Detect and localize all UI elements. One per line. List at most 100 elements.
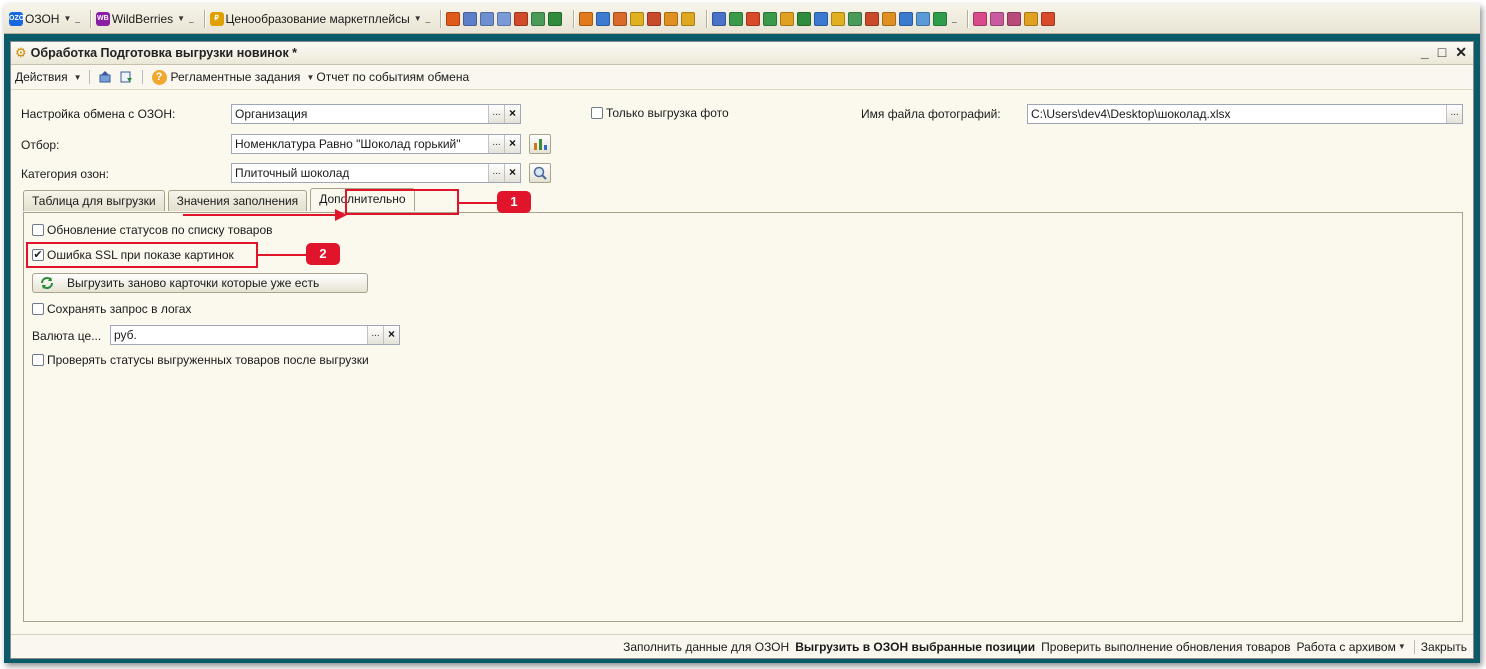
exchange-setting-label: Настройка обмена с ОЗОН:: [21, 107, 176, 121]
select-button[interactable]: ...: [488, 135, 504, 153]
category-field[interactable]: Плиточный шоколад ... ×: [231, 163, 521, 183]
select-button[interactable]: ...: [367, 326, 383, 344]
photo-only-label: Только выгрузка фото: [606, 106, 729, 120]
exchange-icon[interactable]: [729, 11, 744, 26]
fill-ozon-data-button[interactable]: Заполнить данные для ОЗОН: [623, 640, 789, 654]
processing-window: ⚙ Обработка Подготовка выгрузки новинок …: [10, 41, 1474, 659]
settings-icon[interactable]: [1040, 11, 1055, 26]
highlight-tab-additional: [345, 189, 459, 215]
dropdown-arrow-icon[interactable]: _: [952, 14, 956, 23]
report-icon[interactable]: [831, 11, 846, 26]
settings-icon[interactable]: [1023, 11, 1038, 26]
maximize-button[interactable]: □: [1438, 44, 1446, 61]
photo-only-checkbox-row[interactable]: Только выгрузка фото: [591, 106, 729, 120]
settings-icon[interactable]: [1006, 11, 1021, 26]
wildberries-logo-icon: WB: [95, 11, 110, 26]
upload-selected-button[interactable]: Выгрузить в ОЗОН выбранные позиции: [795, 640, 1035, 654]
upload-icon[interactable]: [98, 70, 113, 85]
menu-wildberries-label: WildBerries: [111, 11, 174, 26]
table-icon[interactable]: [531, 11, 546, 26]
select-button[interactable]: ...: [1446, 105, 1462, 123]
users-icon[interactable]: [514, 11, 529, 26]
save-request-checkbox[interactable]: [32, 303, 44, 315]
minimize-button[interactable]: _: [1421, 44, 1429, 61]
photo-file-field[interactable]: C:\Users\dev4\Desktop\шоколад.xlsx ...: [1027, 104, 1463, 124]
chart-icon[interactable]: [548, 11, 563, 26]
currency-field[interactable]: руб. ... ×: [110, 325, 400, 345]
download-icon[interactable]: [119, 70, 134, 85]
update-statuses-row[interactable]: Обновление статусов по списку товаров: [32, 223, 273, 237]
document-list-icon[interactable]: [463, 11, 478, 26]
check-statuses-row[interactable]: Проверять статусы выгруженных товаров по…: [32, 353, 369, 367]
clear-icon[interactable]: ×: [504, 164, 520, 182]
report-icon[interactable]: [814, 11, 829, 26]
actions-menu[interactable]: Действия: [15, 70, 68, 84]
report-icon[interactable]: [916, 11, 931, 26]
currency-label: Валюта це...: [32, 329, 102, 343]
tab-upload-table[interactable]: Таблица для выгрузки: [23, 190, 165, 211]
report-icon[interactable]: [865, 11, 880, 26]
price-icon[interactable]: [664, 11, 679, 26]
separator: [1413, 639, 1415, 654]
clear-icon[interactable]: ×: [504, 135, 520, 153]
report-icon[interactable]: [797, 11, 812, 26]
document-list-icon[interactable]: [497, 11, 512, 26]
separator: [706, 9, 709, 28]
price-icon[interactable]: [681, 11, 696, 26]
help-icon[interactable]: ?: [151, 69, 167, 85]
separator: [440, 9, 443, 28]
journal-icon[interactable]: [446, 11, 461, 26]
catalog-icon[interactable]: [579, 11, 594, 26]
clear-icon[interactable]: ×: [383, 326, 399, 344]
clear-icon[interactable]: ×: [504, 105, 520, 123]
warehouse-icon[interactable]: [647, 11, 662, 26]
exchange-setting-field[interactable]: Организация ... ×: [231, 104, 521, 124]
toolbar-icons-group-4: [972, 11, 1058, 26]
report-icon[interactable]: [933, 11, 948, 26]
price-icon[interactable]: [630, 11, 645, 26]
exchange-icon[interactable]: [780, 11, 795, 26]
check-statuses-checkbox[interactable]: [32, 354, 44, 366]
tab-fill-values[interactable]: Значения заполнения: [167, 190, 308, 211]
pricing-icon: ₽: [209, 11, 224, 26]
connector-line-2: [258, 254, 306, 256]
filter-field[interactable]: Номенклатура Равно "Шоколад горький" ...…: [231, 134, 521, 154]
reupload-cards-label: Выгрузить заново карточки которые уже ес…: [67, 276, 320, 290]
select-button[interactable]: ...: [488, 164, 504, 182]
filter-settings-button[interactable]: [529, 134, 551, 154]
category-search-button[interactable]: [529, 163, 551, 183]
exchange-icon[interactable]: [746, 11, 761, 26]
exchange-icon[interactable]: [712, 11, 727, 26]
select-button[interactable]: ...: [488, 105, 504, 123]
catalog-icon[interactable]: [596, 11, 611, 26]
separator: [141, 70, 143, 84]
catalog-icon[interactable]: [613, 11, 628, 26]
report-icon[interactable]: [848, 11, 863, 26]
save-request-row[interactable]: Сохранять запрос в логах: [32, 302, 191, 316]
menu-pricing[interactable]: ₽ Ценообразование маркетплейсы ▼ _: [209, 11, 433, 26]
check-update-button[interactable]: Проверить выполнение обновления товаров: [1041, 640, 1290, 654]
bottom-command-bar: Заполнить данные для ОЗОН Выгрузить в ОЗ…: [11, 634, 1473, 658]
scheduled-tasks-menu[interactable]: Регламентные задания: [171, 70, 301, 84]
document-list-icon[interactable]: [480, 11, 495, 26]
archive-menu[interactable]: Работа с архивом: [1297, 640, 1396, 654]
report-icon[interactable]: [882, 11, 897, 26]
photo-only-checkbox[interactable]: [591, 107, 603, 119]
exchange-icon[interactable]: [763, 11, 778, 26]
search-icon: [533, 166, 547, 180]
settings-icon[interactable]: [989, 11, 1004, 26]
currency-value: руб.: [114, 328, 137, 342]
reupload-cards-button[interactable]: Выгрузить заново карточки которые уже ес…: [32, 273, 368, 293]
separator: [966, 9, 969, 28]
close-button[interactable]: Закрыть: [1421, 640, 1467, 654]
settings-icon[interactable]: [972, 11, 987, 26]
close-window-button[interactable]: ✕: [1455, 44, 1467, 61]
menu-ozon[interactable]: OZON ОЗОН ▼ _: [9, 11, 82, 26]
window-titlebar: ⚙ Обработка Подготовка выгрузки новинок …: [11, 42, 1473, 65]
arrow-line-1: [183, 214, 339, 216]
exchange-report-button[interactable]: Отчет по событиям обмена: [316, 70, 469, 84]
menu-wildberries[interactable]: WB WildBerries ▼ _: [95, 11, 196, 26]
report-icon[interactable]: [899, 11, 914, 26]
update-statuses-checkbox[interactable]: [32, 224, 44, 236]
check-statuses-label: Проверять статусы выгруженных товаров по…: [47, 353, 369, 367]
